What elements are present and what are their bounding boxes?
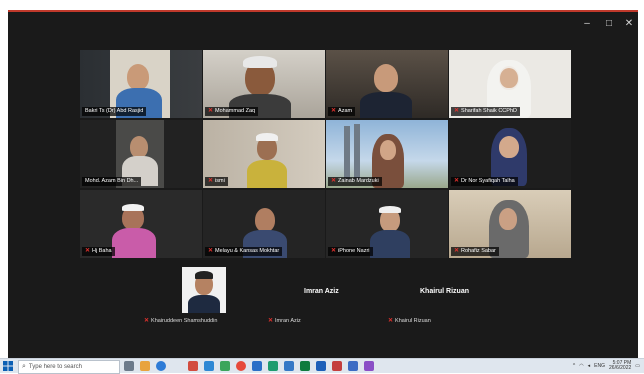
participant-name-tag: ✕ Zainab Mardzuki [328, 177, 382, 186]
mic-muted-icon: ✕ [208, 248, 214, 254]
participant-display-name: Khairul Rizuan [420, 288, 470, 295]
system-tray: ^ ◠ ◂ ENG 5:07 PM 26/6/2022 ▭ [573, 360, 640, 372]
mic-muted-icon: ✕ [268, 318, 274, 324]
notification-icon[interactable]: ▭ [635, 363, 640, 369]
mic-muted-icon: ✕ [454, 178, 460, 184]
app-icon[interactable] [348, 361, 358, 371]
mic-muted-icon: ✕ [454, 248, 460, 254]
zoom-app-icon[interactable] [156, 361, 166, 371]
mic-muted-icon: ✕ [454, 108, 460, 114]
clock-date: 26/6/2022 [609, 365, 632, 371]
app-icon[interactable] [364, 361, 374, 371]
participant-name-tag: ✕ Dr Nor Syafiqah Talha [451, 177, 518, 186]
participant-name-tag: ✕ iPhone Nazri [328, 247, 373, 256]
app-icon[interactable] [284, 361, 294, 371]
mic-muted-icon: ✕ [331, 248, 337, 254]
participant-name-tag: ✕ Melayu & Kansas Mokhtar [205, 247, 283, 256]
language-indicator[interactable]: ENG [594, 363, 605, 369]
participant-name-tag: ✕ Mohammad Zaq [205, 107, 259, 116]
participant-tile[interactable]: ✕ Hj Baha [80, 190, 202, 258]
participant-name-tag: ✕ Imran Aziz [268, 317, 301, 325]
participant-tile[interactable]: Mohd. Azam Bin Dh... [80, 120, 202, 188]
mic-muted-icon: ✕ [331, 178, 337, 184]
mic-muted-icon: ✕ [208, 178, 214, 184]
app-icon[interactable] [252, 361, 262, 371]
windows-start-icon[interactable] [3, 361, 13, 371]
clock[interactable]: 5:07 PM 26/6/2022 [609, 360, 632, 372]
participant-tile[interactable]: ✕ Melayu & Kansas Mokhtar [203, 190, 325, 258]
wifi-icon[interactable]: ◠ [579, 363, 583, 369]
excel-icon[interactable] [300, 361, 310, 371]
participant-tile[interactable]: ✕ ismi [203, 120, 325, 188]
zoom-meeting-window: – □ ✕ Bakri Ts (Dr) Abd Rasjid ✕ Mohammad… [8, 10, 638, 360]
participant-tile[interactable]: ✕ Dr Nor Syafiqah Talha [449, 120, 571, 188]
edge-icon[interactable] [204, 361, 214, 371]
windows-taskbar: ⌕ Type here to search ^ ◠ ◂ ENG 5:07 PM … [0, 358, 644, 374]
video-gallery: Bakri Ts (Dr) Abd Rasjid ✕ Mohammad Zaq ✕… [8, 12, 638, 360]
task-view-icon[interactable] [124, 361, 134, 371]
participant-name-tag: Bakri Ts (Dr) Abd Rasjid [82, 107, 147, 116]
chrome-icon[interactable] [236, 361, 246, 371]
participant-display-name: Imran Aziz [304, 288, 339, 295]
file-explorer-icon[interactable] [140, 361, 150, 371]
participant-name-tag: ✕ Khairuddeen Shamshuddin [144, 317, 218, 325]
word-icon[interactable] [316, 361, 326, 371]
powerpoint-icon[interactable] [332, 361, 342, 371]
participant-tile[interactable]: ✕ Rohafiz Sabar [449, 190, 571, 258]
mic-muted-icon: ✕ [85, 248, 91, 254]
chevron-up-icon[interactable]: ^ [573, 363, 575, 369]
mic-muted-icon: ✕ [144, 318, 150, 324]
search-icon: ⌕ [22, 363, 26, 370]
participant-name-tag: ✕ Azam [328, 107, 356, 116]
participant-name-tag: ✕ Rohafiz Sabar [451, 247, 499, 256]
participant-name-tag: ✕ Sharifah Shaik CCPhD [451, 107, 520, 116]
participant-name-tag: ✕ Hj Baha [82, 247, 115, 256]
search-placeholder: Type here to search [28, 364, 82, 370]
avatar [182, 267, 226, 313]
participant-tile[interactable]: ✕ Mohammad Zaq [203, 50, 325, 118]
participant-tile[interactable]: Bakri Ts (Dr) Abd Rasjid [80, 50, 202, 118]
participant-name-tag: ✕ ismi [205, 177, 228, 186]
participant-tile[interactable]: ✕ Azam [326, 50, 448, 118]
app-icon[interactable] [220, 361, 230, 371]
app-icon[interactable] [268, 361, 278, 371]
mic-muted-icon: ✕ [388, 318, 394, 324]
participant-tile[interactable]: ✕ iPhone Nazri [326, 190, 448, 258]
participant-name-tag: ✕ Khairul Rizuan [388, 317, 431, 325]
speaker-icon[interactable]: ◂ [588, 363, 591, 369]
participant-tile[interactable]: ✕ Sharifah Shaik CCPhD [449, 50, 571, 118]
app-icon[interactable] [188, 361, 198, 371]
participant-tile[interactable]: ✕ Zainab Mardzuki [326, 120, 448, 188]
mic-muted-icon: ✕ [331, 108, 337, 114]
participant-name-tag: Mohd. Azam Bin Dh... [82, 177, 142, 186]
mic-muted-icon: ✕ [208, 108, 214, 114]
